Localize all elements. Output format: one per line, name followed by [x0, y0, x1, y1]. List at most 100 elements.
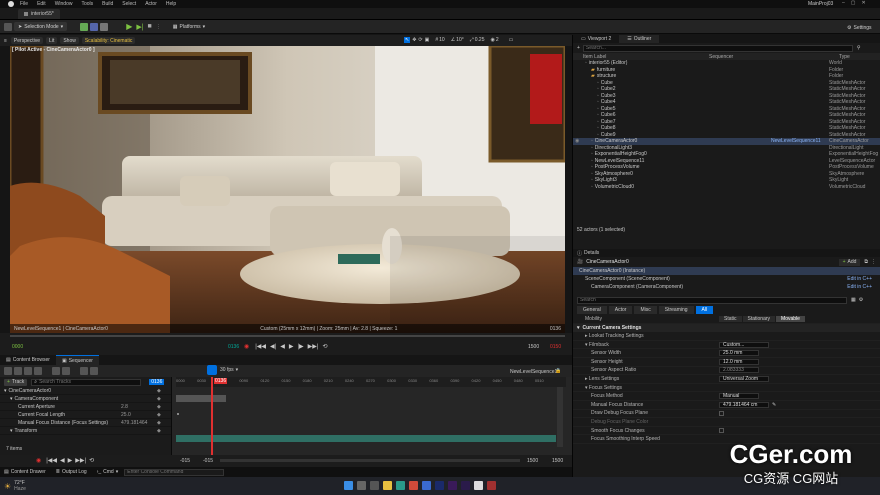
menu-select[interactable]: Select [122, 1, 136, 7]
details-search-input[interactable] [577, 296, 847, 304]
edge-icon[interactable] [396, 481, 405, 490]
step-icon[interactable]: ▶| [136, 23, 143, 31]
mobility-static[interactable]: Static [719, 315, 742, 322]
sequencer-track-row[interactable]: Manual Focus Distance (Focus Settings) 47… [0, 419, 171, 427]
timeline-ruler[interactable]: 0000003000600090012001500180021002400270… [176, 377, 566, 387]
grid-snap-icon[interactable]: # [435, 37, 438, 43]
draw-plane-checkbox[interactable] [719, 410, 724, 416]
track-search-input[interactable] [39, 379, 139, 385]
add-content-icon[interactable] [80, 22, 89, 31]
cmd-dropdown[interactable]: ›_ Cmd ▾ [97, 469, 119, 475]
add-key-icon[interactable]: ◆ [157, 428, 171, 434]
outliner-row[interactable]: ◦ SkyAtmosphere0 SkyAtmosphere [573, 171, 880, 178]
expand-icon[interactable]: ▾ [10, 396, 13, 402]
playback-start-frame[interactable]: 0000 [12, 344, 23, 350]
lens-dropdown[interactable]: Universal Zoom [719, 375, 769, 382]
outliner-row[interactable]: ◦ Cube StaticMeshActor [573, 80, 880, 87]
scale-tool-icon[interactable]: ▣ [425, 37, 430, 43]
loop-icon[interactable]: ⟲ [322, 343, 327, 350]
scene-component-row[interactable]: SceneComponent (SceneComponent) Edit in … [573, 275, 880, 283]
camera-component-row[interactable]: CameraComponent (CameraComponent) Edit i… [573, 283, 880, 291]
visibility-eye-icon[interactable]: ◉ [573, 138, 581, 144]
eyedropper-icon[interactable]: ✎ [772, 402, 776, 408]
timeline-scrollbar[interactable] [557, 387, 563, 447]
edit-cpp-link[interactable]: Edit in C++ [847, 284, 872, 290]
add-component-button[interactable]: + Add [838, 258, 861, 266]
show-button[interactable]: Show [60, 37, 79, 44]
scale-snap-icon[interactable]: ⤢ [470, 37, 474, 43]
save-sequence-icon[interactable] [4, 367, 12, 375]
jump-end-icon[interactable]: ▶▶| [308, 343, 319, 350]
premiere-icon[interactable] [448, 481, 457, 490]
gear-icon[interactable]: ⚙ [859, 297, 863, 303]
camera-cut-icon[interactable] [34, 367, 42, 375]
sequencer-track-row[interactable]: ▾ CineCameraActor0 ◆ [0, 387, 171, 395]
focus-method-dropdown[interactable]: Manual [719, 393, 759, 400]
save-icon[interactable] [4, 22, 12, 31]
outliner-row[interactable]: ◉ ◦ CineCameraActor0 NewLevelSequence11 Cine… [573, 138, 880, 145]
sequencer-track-row[interactable]: Current Focal Length 25.0 ◆ [0, 411, 171, 419]
sensor-width-input[interactable]: 25.0 mm [719, 350, 759, 357]
outliner-row[interactable]: ◦ SkyLight3 SkyLight [573, 177, 880, 184]
add-key-icon[interactable]: ◆ [157, 396, 171, 402]
menu-actor[interactable]: Actor [145, 1, 157, 7]
chrome-icon[interactable] [409, 481, 418, 490]
add-icon[interactable]: + [577, 45, 580, 51]
blueprint-icon[interactable] [90, 22, 99, 31]
expand-icon[interactable]: ▾ [10, 428, 13, 434]
outliner-row[interactable]: ◦ Cube3 StaticMeshActor [573, 93, 880, 100]
content-drawer-button[interactable]: ▤ Content Drawer [4, 469, 46, 475]
mobility-movable[interactable]: Movable [776, 315, 805, 322]
menu-build[interactable]: Build [102, 1, 113, 7]
tab-sequencer[interactable]: ▣ Sequencer [55, 355, 99, 365]
working-range-end[interactable]: 1500 [527, 458, 538, 464]
view-range-start[interactable]: -015 [180, 458, 190, 464]
maximize-viewport-icon[interactable]: ▭ [509, 37, 514, 43]
outliner-row[interactable]: ▰ furniture Folder [573, 67, 880, 74]
outliner-row[interactable]: ◦ Cube4 StaticMeshActor [573, 99, 880, 106]
weather-widget[interactable]: ☀ 72°F Haze [4, 480, 26, 492]
sequencer-current-frame[interactable]: 0136 [149, 379, 165, 385]
filter-streaming[interactable]: Streaming [658, 306, 694, 314]
add-key-icon[interactable]: ◆ [157, 388, 171, 394]
menu-edit[interactable]: Edit [37, 1, 46, 7]
tab-outliner[interactable]: ☰ Outliner [619, 35, 660, 43]
settings-button[interactable]: ⚙ Settings [843, 23, 876, 32]
add-track-button[interactable]: + Track [4, 378, 28, 386]
explorer-icon[interactable] [383, 481, 392, 490]
column-sequencer[interactable]: Sequencer [709, 54, 839, 60]
platforms-button[interactable]: ▦ Platforms ▾ [169, 22, 209, 31]
record-icon[interactable]: ◉ [244, 343, 249, 350]
level-viewport[interactable] [10, 46, 565, 333]
sequencer-track-value[interactable]: 479.181464 [121, 420, 157, 426]
camera-speed-icon[interactable]: ◉ [490, 37, 494, 43]
jump-start-icon[interactable]: |◀◀ [46, 457, 57, 464]
outliner-row[interactable]: ◦ DirectionalLight3 DirectionalLight [573, 145, 880, 152]
hamburger-icon[interactable]: ≡ [4, 38, 7, 44]
playback-end-frame[interactable]: 1500 [528, 344, 539, 350]
keyframe[interactable] [177, 413, 179, 415]
curve-editor-icon[interactable] [62, 367, 70, 375]
filmback-dropdown[interactable]: Custom... [719, 341, 769, 348]
start-icon[interactable] [344, 481, 353, 490]
key-icon[interactable] [52, 367, 60, 375]
outliner-row[interactable]: ◦ interior55 (Editor) World [573, 60, 880, 67]
outliner-row[interactable]: ◦ Cube9 StaticMeshActor [573, 132, 880, 139]
add-key-icon[interactable]: ◆ [157, 420, 171, 426]
camera-actor-section[interactable] [176, 395, 226, 402]
menu-file[interactable]: File [20, 1, 28, 7]
fps-dropdown[interactable]: 30 fps ▾ [220, 367, 238, 373]
view-range-end[interactable]: 1500 [552, 458, 563, 464]
filter-icon[interactable] [80, 367, 88, 375]
play-icon[interactable]: ▶ [126, 22, 132, 31]
jump-start-icon[interactable]: |◀◀ [255, 343, 266, 350]
outliner-row[interactable]: ◦ Cube6 StaticMeshActor [573, 112, 880, 119]
select-tool-icon[interactable]: ↖ [404, 37, 411, 43]
outliner-row[interactable]: ◦ VolumetricCloud0 VolumetricCloud [573, 184, 880, 191]
search-icon[interactable] [357, 481, 366, 490]
output-log-button[interactable]: ≣ Output Log [56, 469, 87, 475]
column-type[interactable]: Type [839, 54, 850, 60]
outliner-row[interactable]: ◦ PostProcessVolume PostProcessVolume [573, 164, 880, 171]
render-movie-icon[interactable] [24, 367, 32, 375]
lookat-row[interactable]: ▸ Lookat Tracking Settings [573, 332, 880, 341]
